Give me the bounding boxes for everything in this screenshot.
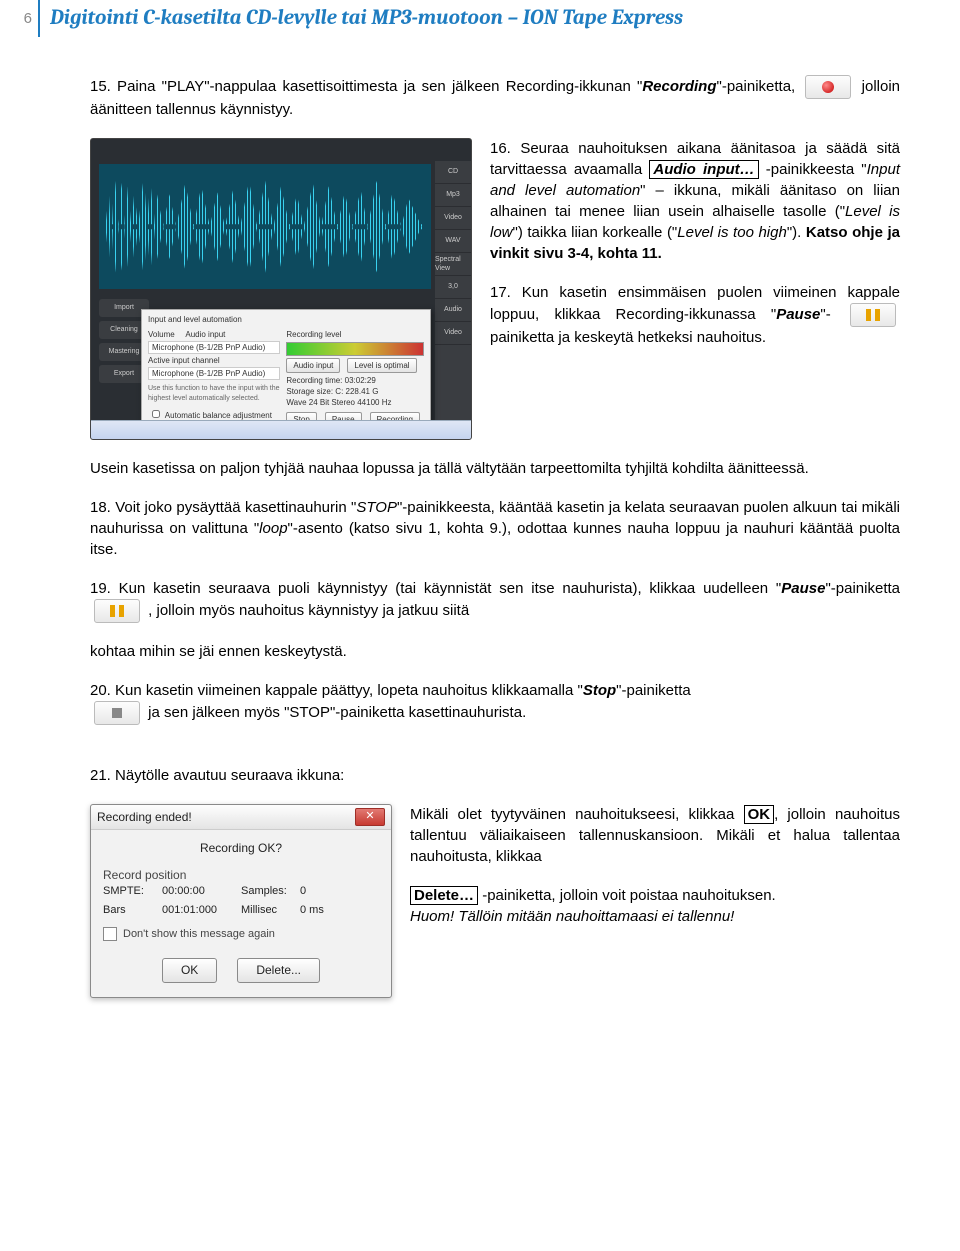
recording-ended-dialog: Recording ended! ✕ Recording OK? Record … bbox=[90, 804, 392, 998]
dialog-grid: SMPTE: 00:00:00 Samples: 0 Bars 001:01:0… bbox=[103, 884, 379, 919]
text: 18. Voit joko pysäyttää kasettinauhurin … bbox=[90, 499, 356, 516]
document-title: Digitointi C-kasetilta CD-levylle tai MP… bbox=[38, 0, 960, 37]
dialog-section-label: Record position bbox=[103, 867, 379, 884]
dlg-field: Microphone (B-1/2B PnP Audio) bbox=[148, 367, 280, 380]
close-icon[interactable]: ✕ bbox=[355, 808, 385, 826]
taskbar bbox=[91, 420, 471, 439]
text: 20. Kun kasetin viimeinen kappale päätty… bbox=[90, 682, 583, 699]
level-meter bbox=[286, 342, 424, 356]
side-item: Spectral View bbox=[435, 253, 471, 276]
dlg-title: Input and level automation bbox=[148, 314, 424, 325]
boxed-delete: Delete… bbox=[410, 886, 478, 905]
pause-icon bbox=[94, 599, 140, 623]
text: -painikkeesta " bbox=[759, 161, 867, 178]
side-item: CD bbox=[435, 161, 471, 184]
dlg-label: Recording level bbox=[286, 329, 424, 340]
dlg-label: Active input channel bbox=[148, 355, 280, 366]
boxed-audio-input: Audio input… bbox=[649, 160, 758, 179]
paragraph-21a: Mikäli olet tyytyväinen nauhoitukseesi, … bbox=[410, 804, 900, 867]
side-item: 3,0 bbox=[435, 276, 471, 299]
side-item: WAV bbox=[435, 230, 471, 253]
paragraph-16: 16. Seuraa nauhoituksen aikana äänitasoa… bbox=[490, 138, 900, 264]
input-level-dialog: Input and level automation Volume Audio … bbox=[141, 309, 431, 429]
checkbox-label: Don't show this message again bbox=[123, 927, 275, 942]
paragraph-18: 18. Voit joko pysäyttää kasettinauhurin … bbox=[90, 497, 900, 560]
dlg-label: Storage size: C: 228.41 G bbox=[286, 386, 424, 397]
grid-label: SMPTE: bbox=[103, 884, 158, 899]
dlg-btn: Level is optimal bbox=[347, 358, 416, 373]
text: painiketta ja keskeytä hetkeksi nauhoitu… bbox=[490, 329, 766, 346]
sidebar-strip: CD Mp3 Video WAV Spectral View 3,0 Audio… bbox=[435, 161, 471, 439]
text: "-painiketta bbox=[825, 580, 900, 597]
step16-row: CD Mp3 Video WAV Spectral View 3,0 Audio… bbox=[90, 138, 900, 440]
grid-label: Samples: bbox=[241, 884, 296, 899]
text: 19. Kun kasetin seuraava puoli käynnisty… bbox=[90, 580, 781, 597]
paragraph-21-lead: 21. Näytölle avautuu seuraava ikkuna: bbox=[90, 765, 900, 786]
ok-button[interactable]: OK bbox=[162, 958, 217, 983]
dont-show-row: Don't show this message again bbox=[103, 927, 379, 942]
dlg-label: Automatic balance adjustment bbox=[165, 411, 272, 420]
dlg-hint: Use this function to have the input with… bbox=[148, 384, 280, 404]
grid-label: Bars bbox=[103, 903, 158, 918]
page-header: 6 Digitointi C-kasetilta CD-levylle tai … bbox=[0, 0, 960, 37]
emphasis-pause: Pause bbox=[776, 306, 820, 323]
emphasis-loop: loop bbox=[259, 520, 287, 537]
dialog-titlebar: Recording ended! ✕ bbox=[91, 805, 391, 830]
grid-value: 00:00:00 bbox=[162, 884, 237, 899]
text: 15. Paina "PLAY"-nappulaa kasettisoittim… bbox=[90, 78, 642, 95]
delete-button[interactable]: Delete... bbox=[237, 958, 320, 983]
emphasis-huom: Huom! Tällöin mitään nauhoittamaasi ei t… bbox=[410, 908, 734, 925]
dlg-label: Wave 24 Bit Stereo 44100 Hz bbox=[286, 397, 424, 408]
side-item: Video bbox=[435, 207, 471, 230]
dlg-label: Recording time: 03:02:29 bbox=[286, 375, 424, 386]
grid-value: 001:01:000 bbox=[162, 903, 237, 918]
text: , jolloin myös nauhoitus käynnistyy ja j… bbox=[148, 602, 469, 619]
waveform-display bbox=[99, 164, 431, 289]
dlg-checkbox bbox=[152, 410, 160, 418]
text: ja sen jälkeen myös "STOP"-painiketta ka… bbox=[148, 704, 526, 721]
grid-value: 0 ms bbox=[300, 903, 330, 918]
app-screenshot: CD Mp3 Video WAV Spectral View 3,0 Audio… bbox=[90, 138, 472, 440]
paragraph-19b: kohtaa mihin se jäi ennen keskeytystä. bbox=[90, 641, 900, 662]
dlg-btn: Audio input bbox=[286, 358, 340, 373]
dialog-message: Recording OK? bbox=[103, 840, 379, 857]
dialog-button-bar: OK Delete... bbox=[103, 952, 379, 993]
pause-icon bbox=[850, 303, 896, 327]
page-number: 6 bbox=[0, 0, 38, 37]
text: Mikäli olet tyytyväinen nauhoitukseesi, … bbox=[410, 806, 744, 823]
text: ") taikka liian korkealle (" bbox=[513, 224, 678, 241]
paragraph-15: 15. Paina "PLAY"-nappulaa kasettisoittim… bbox=[90, 75, 900, 120]
checkbox[interactable] bbox=[103, 927, 117, 941]
paragraph-usein: Usein kasetissa on paljon tyhjää nauhaa … bbox=[90, 458, 900, 479]
text: 17. Kun kasetin ensimmäisen puolen viime… bbox=[490, 284, 900, 323]
text: "-painiketta bbox=[616, 682, 691, 699]
text: -painiketta, jolloin voit poistaa nauhoi… bbox=[478, 887, 776, 904]
side-item: Audio bbox=[435, 299, 471, 322]
emphasis: Level is too high bbox=[677, 224, 787, 241]
emphasis-stop: STOP bbox=[356, 499, 397, 516]
step21-row: Recording ended! ✕ Recording OK? Record … bbox=[90, 804, 900, 998]
paragraph-19: 19. Kun kasetin seuraava puoli käynnisty… bbox=[90, 578, 900, 623]
emphasis-recording: Recording bbox=[642, 78, 716, 95]
stop-icon bbox=[94, 701, 140, 725]
dialog-title-text: Recording ended! bbox=[97, 809, 192, 826]
emphasis-pause: Pause bbox=[781, 580, 825, 597]
dlg-label: Volume Audio input bbox=[148, 329, 280, 340]
dlg-field: Microphone (B-1/2B PnP Audio) bbox=[148, 341, 280, 354]
paragraph-20: 20. Kun kasetin viimeinen kappale päätty… bbox=[90, 680, 900, 725]
text: "). bbox=[787, 224, 806, 241]
text: "-painiketta, bbox=[717, 78, 796, 95]
paragraph-21b: Delete… -painiketta, jolloin voit poista… bbox=[410, 885, 900, 927]
text: "- bbox=[820, 306, 830, 323]
side-item: Mp3 bbox=[435, 184, 471, 207]
document-body: 15. Paina "PLAY"-nappulaa kasettisoittim… bbox=[0, 37, 960, 1038]
record-icon bbox=[805, 75, 851, 99]
grid-label: Millisec bbox=[241, 903, 296, 918]
paragraph-17: 17. Kun kasetin ensimmäisen puolen viime… bbox=[490, 282, 900, 348]
emphasis-stop: Stop bbox=[583, 682, 616, 699]
boxed-ok: OK bbox=[744, 805, 775, 824]
side-item: Video bbox=[435, 322, 471, 345]
grid-value: 0 bbox=[300, 884, 330, 899]
